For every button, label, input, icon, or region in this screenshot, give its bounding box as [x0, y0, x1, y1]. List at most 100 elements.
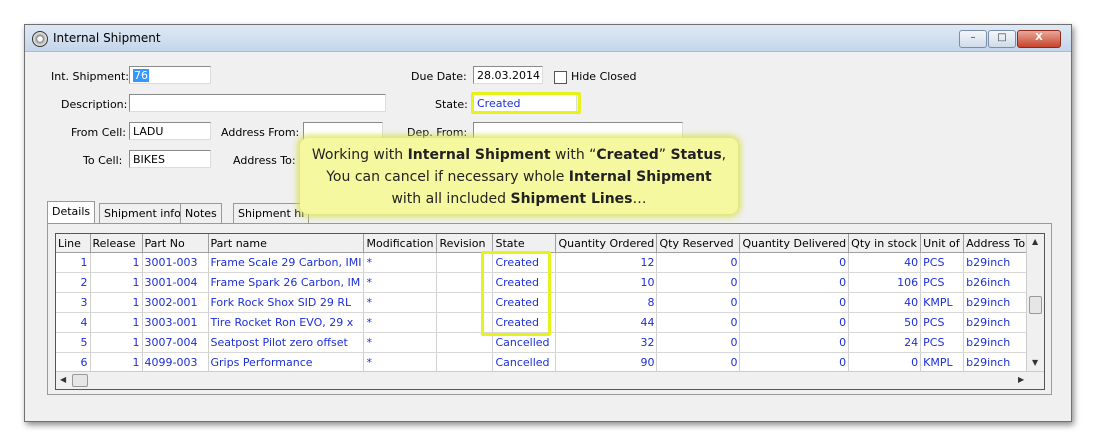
table-cell[interactable]: 40 [848, 292, 922, 313]
title-bar[interactable]: Internal Shipment – □ X [25, 25, 1071, 52]
table-cell[interactable]: Frame Spark 26 Carbon, IM [208, 272, 365, 293]
table-cell[interactable]: 0 [656, 272, 741, 293]
table-cell[interactable]: 0 [739, 352, 850, 373]
table-cell[interactable] [436, 352, 494, 373]
table-cell[interactable]: 5 [56, 332, 91, 353]
table-cell[interactable]: 0 [739, 292, 850, 313]
table-cell[interactable]: KMPL [920, 292, 965, 313]
table-cell[interactable]: 6 [56, 352, 91, 373]
table-cell[interactable]: 3001-004 [142, 272, 209, 293]
due-date-field[interactable]: 28.03.2014 [473, 66, 543, 84]
table-cell[interactable]: 3 [56, 292, 91, 313]
scroll-down-icon[interactable]: ▼ [1032, 358, 1038, 367]
table-cell[interactable]: 12 [555, 252, 658, 273]
table-cell[interactable]: 10 [555, 272, 658, 293]
table-cell[interactable]: 24 [848, 332, 922, 353]
table-cell[interactable]: * [363, 352, 438, 373]
table-cell[interactable]: 1 [90, 272, 143, 293]
vertical-scrollbar[interactable]: ▲ ▼ [1026, 234, 1044, 371]
table-cell[interactable]: 90 [555, 352, 658, 373]
scroll-thumb-horizontal[interactable] [72, 374, 88, 387]
table-cell[interactable]: Cancelled [492, 352, 557, 373]
table-cell[interactable]: * [363, 332, 438, 353]
table-cell[interactable]: KMPL [920, 352, 965, 373]
table-cell[interactable]: b29inch [963, 292, 1037, 313]
table-cell[interactable]: 0 [656, 312, 741, 333]
tab-notes[interactable]: Notes [180, 203, 222, 223]
table-cell[interactable]: b29inch [963, 332, 1037, 353]
column-header[interactable]: Address To [963, 234, 1037, 253]
table-cell[interactable]: * [363, 252, 438, 273]
table-cell[interactable]: b29inch [963, 352, 1037, 373]
table-cell[interactable]: 40 [848, 252, 922, 273]
table-cell[interactable]: 1 [56, 252, 91, 273]
table-cell[interactable]: 1 [90, 352, 143, 373]
table-cell[interactable]: * [363, 292, 438, 313]
table-cell[interactable]: 1 [90, 312, 143, 333]
table-cell[interactable]: 0 [656, 292, 741, 313]
column-header[interactable]: Revision [436, 234, 494, 253]
table-cell[interactable]: 0 [656, 352, 741, 373]
table-cell[interactable]: 1 [90, 252, 143, 273]
table-cell[interactable]: 44 [555, 312, 658, 333]
table-cell[interactable]: 0 [656, 332, 741, 353]
table-cell[interactable]: 106 [848, 272, 922, 293]
from-cell-field[interactable]: LADU [129, 122, 211, 140]
table-cell[interactable]: 4099-003 [142, 352, 209, 373]
table-cell[interactable]: Seatpost Pilot zero offset [208, 332, 365, 353]
hide-closed-checkbox[interactable] [554, 71, 567, 84]
table-cell[interactable]: 1 [90, 292, 143, 313]
table-cell[interactable]: PCS [920, 332, 965, 353]
table-cell[interactable]: 2 [56, 272, 91, 293]
table-cell[interactable]: 0 [739, 312, 850, 333]
description-field[interactable] [129, 94, 386, 112]
scroll-up-icon[interactable]: ▲ [1032, 237, 1038, 246]
table-cell[interactable]: * [363, 312, 438, 333]
table-cell[interactable]: PCS [920, 252, 965, 273]
table-cell[interactable]: Frame Scale 29 Carbon, IMI [208, 252, 365, 273]
scroll-right-icon[interactable]: ▶ [1018, 375, 1024, 384]
column-header[interactable]: Quantity Delivered [739, 234, 850, 253]
table-cell[interactable]: b29inch [963, 312, 1037, 333]
horizontal-scrollbar[interactable]: ◀ ▶ [56, 371, 1044, 389]
table-cell[interactable]: 3007-004 [142, 332, 209, 353]
column-header[interactable]: Line [56, 234, 91, 253]
maximize-button[interactable]: □ [988, 30, 1016, 48]
table-cell[interactable]: * [363, 272, 438, 293]
column-header[interactable]: State [492, 234, 557, 253]
table-cell[interactable]: 0 [739, 252, 850, 273]
scroll-left-icon[interactable]: ◀ [60, 375, 66, 384]
table-cell[interactable]: Fork Rock Shox SID 29 RL [208, 292, 365, 313]
table-cell[interactable]: 0 [739, 332, 850, 353]
column-header[interactable]: Part name [208, 234, 365, 253]
tab-shipment-history[interactable]: Shipment hi [233, 203, 310, 223]
column-header[interactable]: Modification [363, 234, 438, 253]
int-shipment-field[interactable]: 76 [129, 66, 211, 84]
table-cell[interactable]: 0 [656, 252, 741, 273]
column-header[interactable]: Unit of [920, 234, 965, 253]
table-cell[interactable]: 0 [848, 352, 922, 373]
table-row[interactable]: 6 1 4099-003 Grips Performance * Cancelled 90 0… [56, 352, 1037, 373]
table-cell[interactable]: Tire Rocket Ron EVO, 29 x [208, 312, 365, 333]
column-header[interactable]: Qty in stock [848, 234, 922, 253]
table-cell[interactable]: b29inch [963, 252, 1037, 273]
column-header[interactable]: Release [90, 234, 143, 253]
table-cell[interactable]: 32 [555, 332, 658, 353]
table-cell[interactable]: PCS [920, 272, 965, 293]
table-cell[interactable]: 3001-003 [142, 252, 209, 273]
to-cell-field[interactable]: BIKES [129, 150, 211, 168]
table-cell[interactable]: 3002-001 [142, 292, 209, 313]
table-cell[interactable]: 8 [555, 292, 658, 313]
table-cell[interactable]: 50 [848, 312, 922, 333]
close-button[interactable]: X [1017, 30, 1061, 48]
table-cell[interactable]: Grips Performance [208, 352, 365, 373]
table-cell[interactable]: 0 [739, 272, 850, 293]
table-cell[interactable]: 1 [90, 332, 143, 353]
column-header[interactable]: Part No [142, 234, 209, 253]
column-header[interactable]: Quantity Ordered [555, 234, 658, 253]
table-cell[interactable]: 4 [56, 312, 91, 333]
scroll-thumb[interactable] [1029, 296, 1042, 314]
column-header[interactable]: Qty Reserved [656, 234, 741, 253]
tab-shipment-info[interactable]: Shipment info [99, 203, 186, 223]
table-cell[interactable]: 3003-001 [142, 312, 209, 333]
